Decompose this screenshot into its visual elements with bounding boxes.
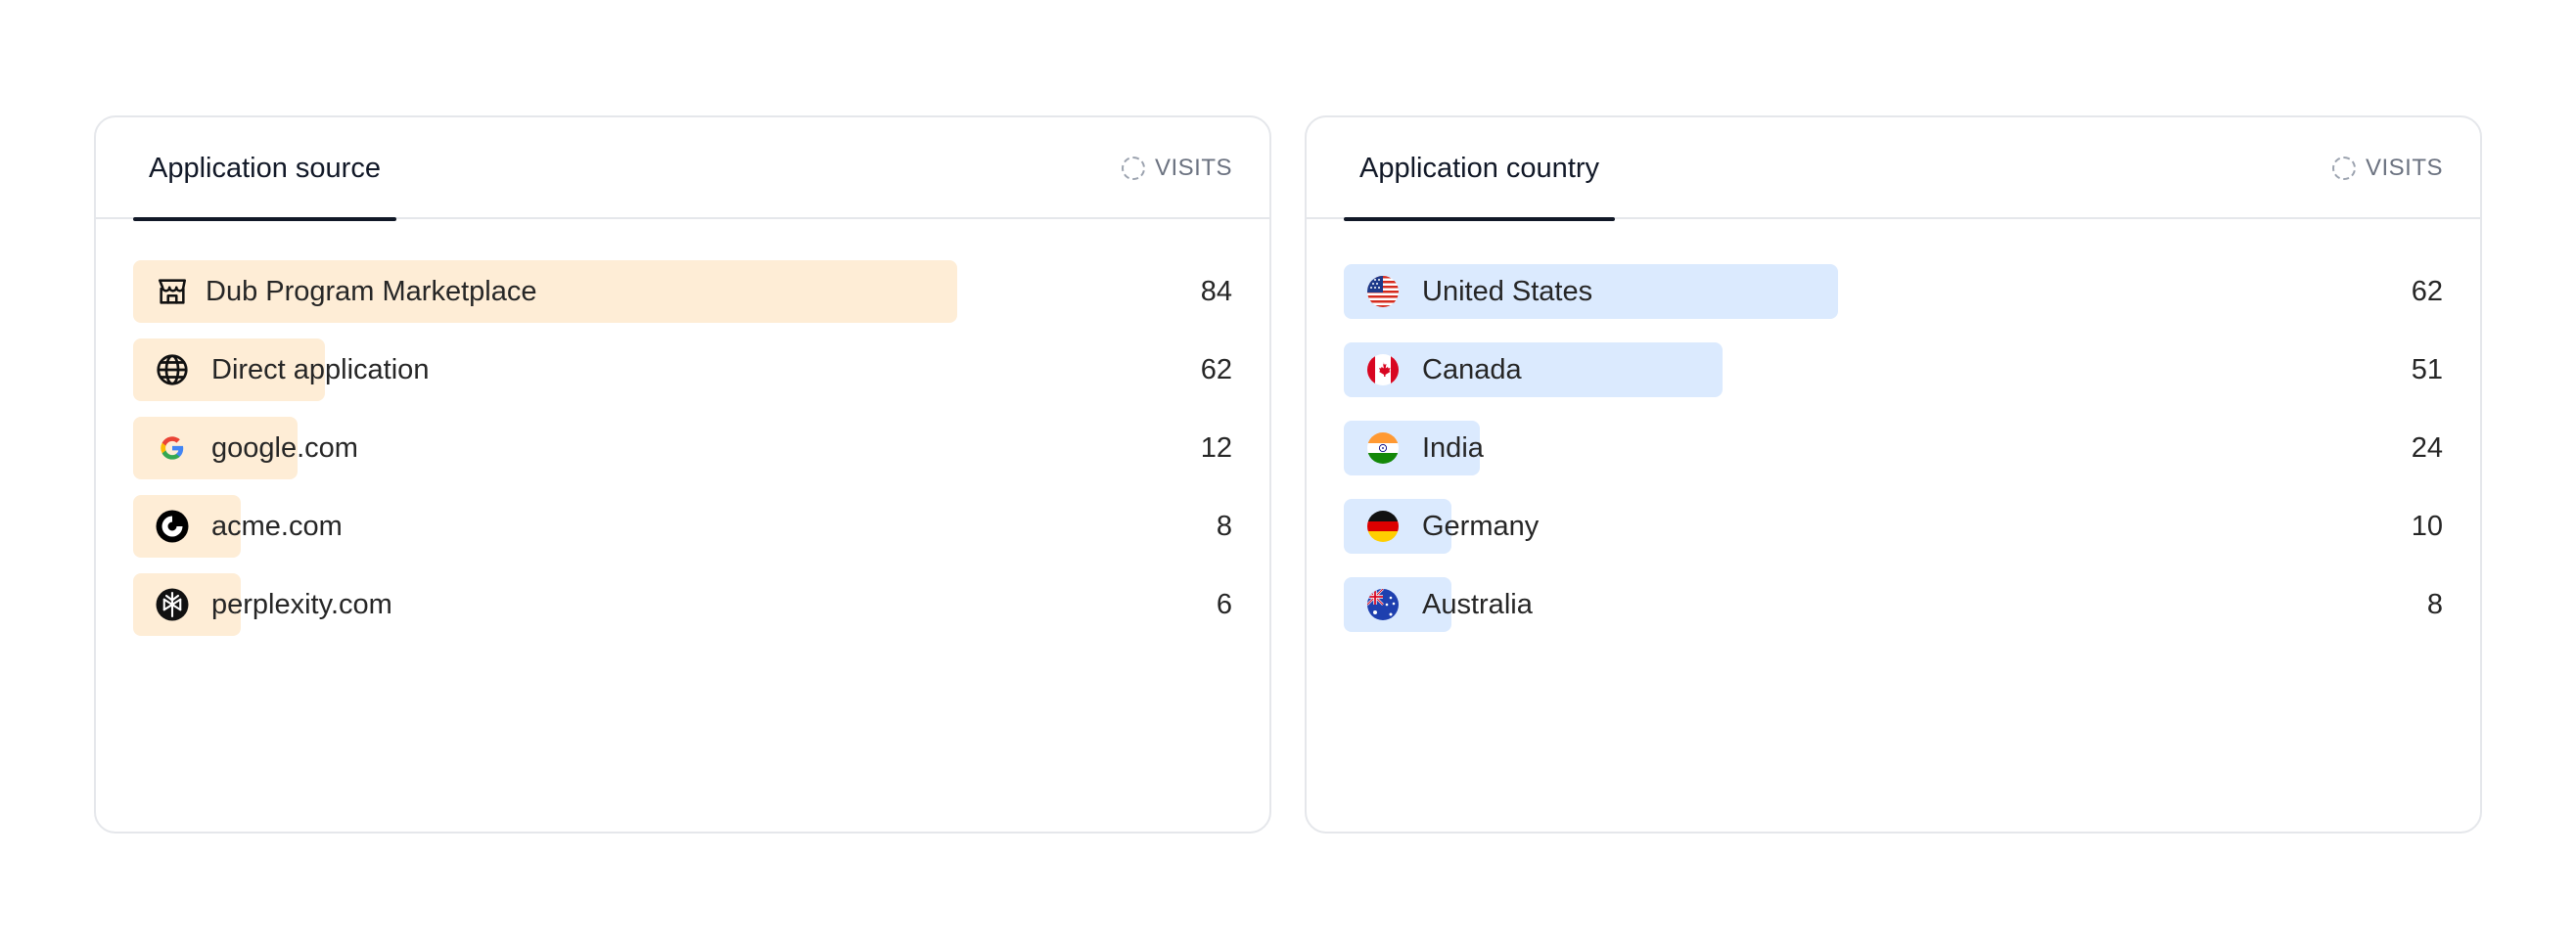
list-item-value: 84 (1200, 275, 1232, 307)
card-header: Application country VISITS (1307, 117, 2480, 221)
list-item[interactable]: Canada 51 (1344, 338, 2443, 401)
globe-icon (153, 350, 192, 389)
australia-flag-icon (1363, 585, 1403, 624)
dashed-circle-icon (2331, 157, 2356, 180)
list-item-label: Dub Program Marketplace (206, 275, 537, 307)
application-source-card: Application source VISITS Dub Program Ma… (94, 115, 1271, 834)
tab-label: Application source (149, 152, 381, 184)
list-item[interactable]: United States 62 (1344, 260, 2443, 323)
application-country-card: Application country VISITS United States… (1305, 115, 2482, 834)
google-icon (153, 428, 192, 468)
perplexity-logo-icon (153, 585, 192, 624)
metric-label: VISITS (1154, 155, 1232, 181)
dashed-circle-icon (1121, 157, 1145, 180)
list-item[interactable]: India 24 (1344, 417, 2443, 479)
country-list: United States 62 Canada 51 India 24 Germ… (1344, 260, 2443, 652)
list-item[interactable]: Direct application 62 (133, 338, 1232, 401)
india-flag-icon (1363, 428, 1403, 468)
list-item-value: 62 (2411, 275, 2443, 307)
analytics-panels: Application source VISITS Dub Program Ma… (94, 115, 2482, 834)
list-item-label: Germany (1422, 510, 1540, 542)
list-item-label: Direct application (211, 353, 430, 385)
source-list: Dub Program Marketplace 84 Direct applic… (133, 260, 1232, 652)
germany-flag-icon (1363, 507, 1403, 546)
list-item[interactable]: Germany 10 (1344, 495, 2443, 558)
list-item-value: 24 (2411, 431, 2443, 464)
storefront-icon (153, 272, 192, 311)
metric-selector[interactable]: VISITS (2331, 117, 2443, 219)
list-item[interactable]: Dub Program Marketplace 84 (133, 260, 1232, 323)
us-flag-icon (1363, 272, 1403, 311)
list-item-value: 10 (2411, 510, 2443, 542)
list-item[interactable]: Australia 8 (1344, 573, 2443, 636)
list-item[interactable]: google.com 12 (133, 417, 1232, 479)
list-item[interactable]: perplexity.com 6 (133, 573, 1232, 636)
list-item-label: perplexity.com (211, 588, 392, 620)
list-item-label: google.com (211, 431, 358, 464)
list-item-value: 8 (2426, 588, 2443, 620)
list-item-label: India (1422, 431, 1484, 464)
metric-label: VISITS (2365, 155, 2443, 181)
tab-application-source[interactable]: Application source (133, 117, 396, 221)
tab-application-country[interactable]: Application country (1344, 117, 1616, 221)
list-item-label: acme.com (211, 510, 343, 542)
list-item-value: 8 (1216, 510, 1232, 542)
card-header: Application source VISITS (96, 117, 1269, 221)
list-item-value: 51 (2411, 353, 2443, 385)
tab-label: Application country (1359, 152, 1600, 184)
list-item-label: Canada (1422, 353, 1522, 385)
list-item[interactable]: acme.com 8 (133, 495, 1232, 558)
metric-selector[interactable]: VISITS (1121, 117, 1232, 219)
list-item-label: Australia (1422, 588, 1533, 620)
list-item-value: 12 (1200, 431, 1232, 464)
canada-flag-icon (1363, 350, 1403, 389)
list-item-value: 6 (1216, 588, 1232, 620)
acme-logo-icon (153, 507, 192, 546)
list-item-label: United States (1422, 275, 1593, 307)
list-item-value: 62 (1200, 353, 1232, 385)
